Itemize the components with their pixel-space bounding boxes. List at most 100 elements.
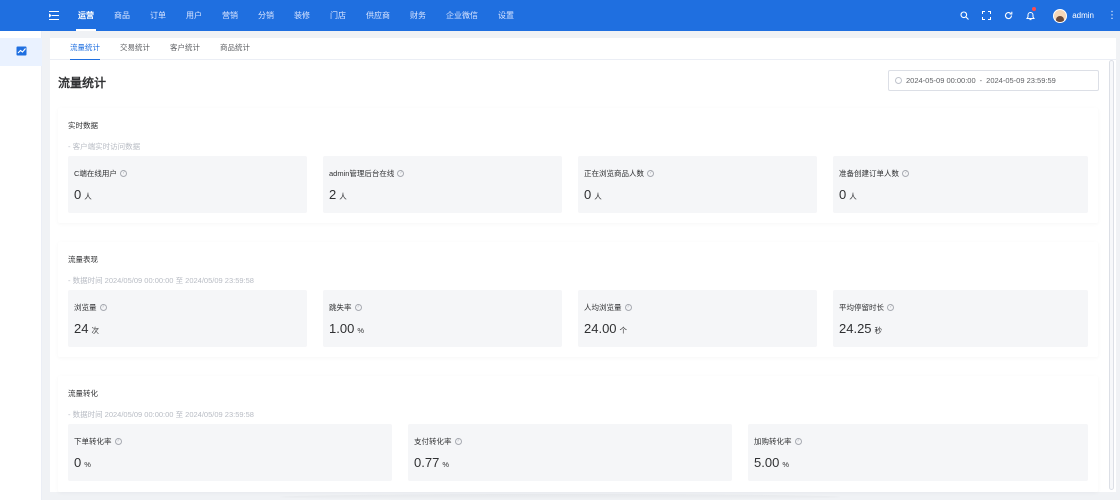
- date-range-separator: -: [979, 76, 983, 85]
- stat-label: C端在线用户: [74, 169, 117, 178]
- nav-item-users[interactable]: 用户: [176, 0, 212, 31]
- date-range-start[interactable]: 2024-05-09 00:00:00: [906, 76, 976, 85]
- stat-label: 正在浏览商品人数: [584, 169, 644, 178]
- stat-card: 人均浏览量? 24.00 个: [578, 290, 817, 347]
- avatar[interactable]: [1053, 8, 1068, 23]
- stat-unit: %: [442, 460, 449, 469]
- fullscreen-icon[interactable]: [975, 0, 997, 31]
- tab-transaction-stats[interactable]: 交易统计: [110, 37, 160, 59]
- stat-value: 5.00: [754, 455, 780, 470]
- stat-value: 0: [584, 187, 592, 202]
- stat-label: 准备创建订单人数: [839, 169, 899, 178]
- nav-item-orders[interactable]: 订单: [140, 0, 176, 31]
- page-title: 流量统计: [58, 76, 107, 90]
- stat-card: 跳失率? 1.00%: [323, 290, 562, 347]
- top-navbar: 运营 商品 订单 用户 营销 分销 装修 门店 供应商 财务 企业微信 设置 a…: [0, 0, 1120, 31]
- stat-unit: 个: [619, 326, 628, 335]
- question-icon[interactable]: ?: [397, 170, 405, 177]
- stat-label: 支付转化率: [414, 437, 452, 446]
- chart-icon: [16, 43, 27, 61]
- stat-label: 人均浏览量: [584, 303, 622, 312]
- sidebar: [0, 31, 42, 500]
- section-title: 流量表现: [68, 255, 98, 264]
- nav-item-products[interactable]: 商品: [104, 0, 140, 31]
- question-icon[interactable]: ?: [99, 304, 107, 311]
- nav-item-decoration[interactable]: 装修: [284, 0, 320, 31]
- section-subtitle: - 数据时间 2024/05/09 00:00:00 至 2024/05/09 …: [68, 276, 254, 285]
- question-icon[interactable]: ?: [887, 304, 894, 311]
- nav-item-settings[interactable]: 设置: [488, 0, 524, 31]
- question-icon[interactable]: ?: [454, 438, 462, 445]
- tab-customer-stats[interactable]: 客户统计: [160, 37, 210, 59]
- stat-unit: 秒: [874, 326, 883, 335]
- nav-item-marketing[interactable]: 营销: [212, 0, 248, 31]
- stat-unit: 人: [849, 192, 857, 201]
- date-range-picker[interactable]: 2024-05-09 00:00:00 - 2024-05-09 23:59:5…: [888, 70, 1099, 91]
- nav-item-wecom[interactable]: 企业微信: [436, 0, 488, 31]
- nav-item-operations[interactable]: 运营: [68, 0, 104, 31]
- scrollbar[interactable]: [1109, 60, 1114, 490]
- stat-label: 加购转化率: [754, 437, 792, 446]
- main-nav: 运营 商品 订单 用户 营销 分销 装修 门店 供应商 财务 企业微信 设置: [68, 0, 524, 31]
- nav-item-suppliers[interactable]: 供应商: [356, 0, 400, 31]
- stat-card: C端在线用户? 0人: [68, 156, 307, 213]
- stat-card: 下单转化率? 0%: [68, 424, 392, 481]
- stat-value: 0: [839, 187, 847, 202]
- stat-label: 下单转化率: [74, 437, 112, 446]
- nav-item-distribution[interactable]: 分销: [248, 0, 284, 31]
- stat-value: 2: [329, 187, 337, 202]
- stat-unit: %: [84, 460, 91, 469]
- stat-card: 支付转化率? 0.77%: [408, 424, 732, 481]
- stat-label: 平均停留时长: [839, 303, 884, 312]
- stat-value: 24.00: [584, 321, 617, 336]
- question-icon[interactable]: ?: [119, 170, 127, 177]
- section-title: 流量转化: [68, 389, 98, 398]
- stat-card: 准备创建订单人数? 0人: [833, 156, 1088, 213]
- section-subtitle: - 数据时间 2024/05/09 00:00:00 至 2024/05/09 …: [68, 410, 254, 419]
- section-traffic-conversion: 流量转化 - 数据时间 2024/05/09 00:00:00 至 2024/0…: [58, 376, 1098, 492]
- top-right-tools: admin ⋮: [953, 0, 1120, 31]
- question-icon[interactable]: ?: [624, 304, 632, 311]
- stat-value: 24: [74, 321, 89, 336]
- bell-icon[interactable]: [1019, 0, 1041, 31]
- stat-unit: 人: [339, 192, 347, 201]
- nav-item-stores[interactable]: 门店: [320, 0, 356, 31]
- stat-value: 0: [74, 455, 82, 470]
- stat-card: 平均停留时长? 24.25 秒: [833, 290, 1088, 347]
- nav-item-finance[interactable]: 财务: [400, 0, 436, 31]
- sidebar-item-statistics[interactable]: [0, 38, 42, 66]
- stat-unit: 次: [91, 326, 99, 335]
- notification-dot: [1032, 7, 1037, 11]
- stats-tabs: 流量统计 交易统计 客户统计 商品统计: [50, 38, 1116, 60]
- stat-label: 浏览量: [74, 303, 97, 312]
- tab-traffic-stats[interactable]: 流量统计: [60, 37, 110, 60]
- question-icon[interactable]: ?: [114, 438, 122, 445]
- stat-unit: %: [357, 326, 364, 335]
- stat-label: admin管理后台在线: [329, 169, 395, 178]
- bottom-shadow: [280, 494, 840, 500]
- date-range-end[interactable]: 2024-05-09 23:59:59: [986, 76, 1056, 85]
- question-icon[interactable]: ?: [794, 438, 802, 445]
- stat-value: 24.25: [839, 321, 872, 336]
- question-icon[interactable]: ?: [647, 170, 654, 177]
- question-icon[interactable]: ?: [354, 304, 362, 311]
- stat-card: 浏览量? 24 次: [68, 290, 307, 347]
- stat-card: 加购转化率? 5.00%: [748, 424, 1088, 481]
- more-icon[interactable]: ⋮: [1106, 10, 1118, 21]
- tab-product-stats[interactable]: 商品统计: [210, 37, 260, 59]
- content-card: 流量统计 交易统计 客户统计 商品统计 流量统计 2024-05-09 00:0…: [50, 38, 1116, 492]
- stat-unit: 人: [84, 192, 92, 201]
- refresh-icon[interactable]: [997, 0, 1019, 31]
- stat-value: 0.77: [414, 455, 440, 470]
- question-icon[interactable]: ?: [902, 170, 909, 177]
- stat-unit: %: [782, 460, 789, 469]
- stat-unit: 人: [594, 192, 602, 201]
- section-title: 实时数据: [68, 121, 98, 130]
- clock-icon: [895, 77, 902, 84]
- stat-value: 0: [74, 187, 82, 202]
- stat-card: admin管理后台在线? 2人: [323, 156, 562, 213]
- stat-value: 1.00: [329, 321, 355, 336]
- section-realtime-data: 实时数据 - 客户端实时访问数据 C端在线用户? 0人 admin管理后台在线?…: [58, 108, 1098, 223]
- search-icon[interactable]: [953, 0, 975, 31]
- username[interactable]: admin: [1072, 11, 1094, 20]
